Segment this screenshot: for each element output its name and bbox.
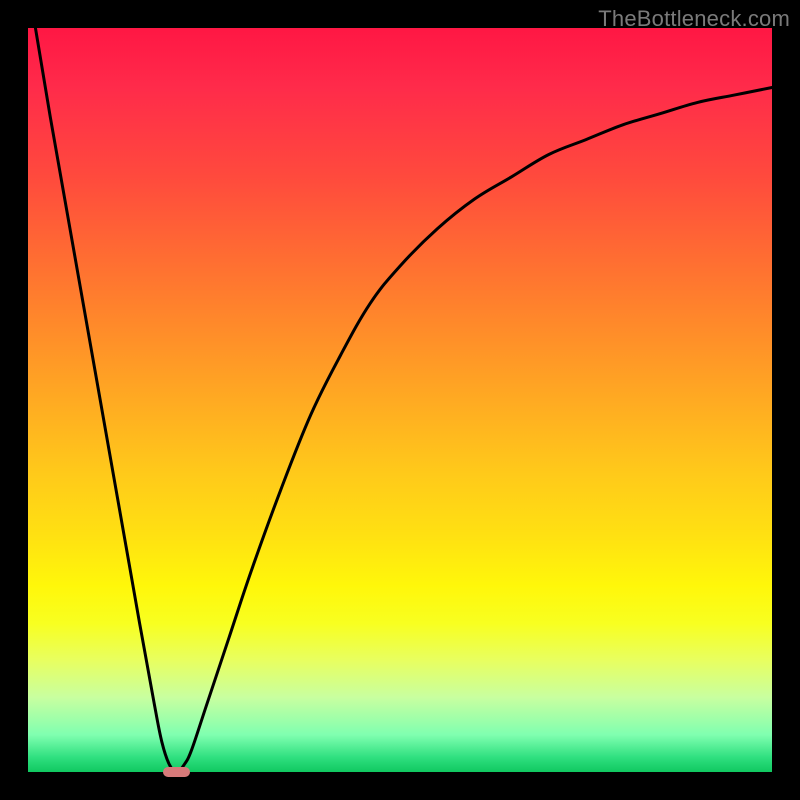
plot-area <box>28 28 772 772</box>
bottleneck-curve <box>35 28 772 772</box>
watermark-text: TheBottleneck.com <box>598 6 790 32</box>
chart-frame: TheBottleneck.com <box>0 0 800 800</box>
minimum-marker <box>163 767 190 777</box>
curve-svg <box>28 28 772 772</box>
